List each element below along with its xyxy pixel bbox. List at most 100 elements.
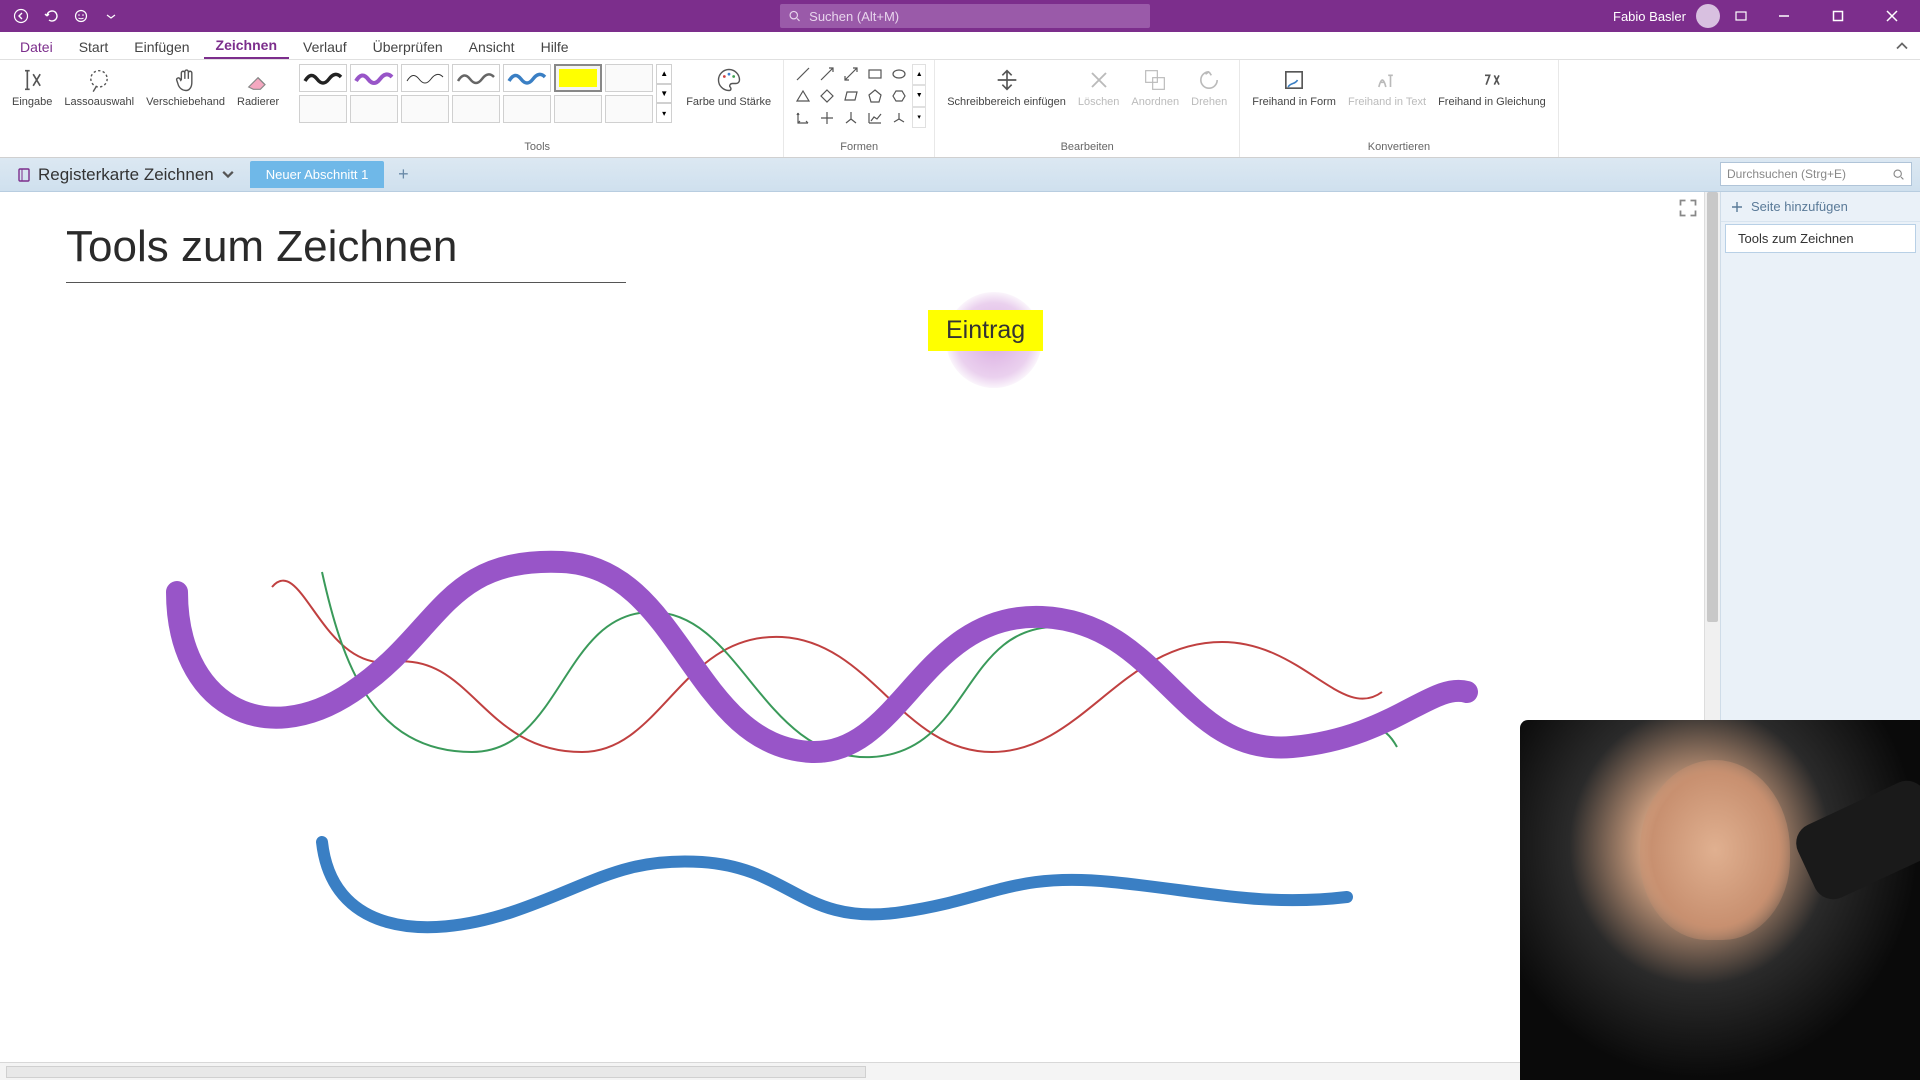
- chevron-down-icon: [220, 167, 236, 183]
- page-list-item[interactable]: Tools zum Zeichnen: [1725, 224, 1916, 253]
- shape-arrow[interactable]: [816, 64, 838, 84]
- shapes-gallery: ▲ ▼ ▾: [792, 64, 926, 128]
- shapes-more-icon[interactable]: ▾: [912, 107, 926, 128]
- group-shapes-label: Formen: [840, 141, 878, 155]
- touch-icon[interactable]: [70, 5, 92, 27]
- shape-axis-2d[interactable]: [816, 108, 838, 128]
- text-cursor-icon: [18, 66, 46, 94]
- shape-triangle[interactable]: [792, 86, 814, 106]
- notebook-icon: [16, 167, 32, 183]
- hand-icon: [172, 66, 200, 94]
- shape-line[interactable]: [792, 64, 814, 84]
- section-tab[interactable]: Neuer Abschnitt 1: [250, 161, 385, 188]
- add-section-button[interactable]: +: [392, 164, 414, 186]
- menu-einfuegen[interactable]: Einfügen: [122, 34, 201, 59]
- radierer-button[interactable]: Radierer: [233, 64, 283, 110]
- shapes-up-icon[interactable]: ▲: [912, 64, 926, 85]
- notebook-dropdown[interactable]: Registerkarte Zeichnen: [10, 163, 242, 187]
- ink-to-text-icon: [1373, 66, 1401, 94]
- canvas[interactable]: Tools zum Zeichnen Eintrag: [0, 192, 1704, 1062]
- rotate-icon: [1195, 66, 1223, 94]
- menu-verlauf[interactable]: Verlauf: [291, 34, 359, 59]
- menu-datei[interactable]: Datei: [8, 34, 65, 59]
- pen-slot-12[interactable]: [503, 95, 551, 123]
- schreibbereich-button[interactable]: Schreibbereich einfügen: [943, 64, 1070, 110]
- pen-slot-9[interactable]: [350, 95, 398, 123]
- group-convert-label: Konvertieren: [1368, 141, 1430, 155]
- back-icon[interactable]: [10, 5, 32, 27]
- menu-ueberpruefen[interactable]: Überprüfen: [361, 34, 455, 59]
- pen-slot-8[interactable]: [299, 95, 347, 123]
- scroll-thumb[interactable]: [1707, 192, 1718, 622]
- shape-parallelogram[interactable]: [840, 86, 862, 106]
- shape-graph[interactable]: [864, 108, 886, 128]
- ink-to-math-icon: [1478, 66, 1506, 94]
- menu-ansicht[interactable]: Ansicht: [457, 34, 527, 59]
- shape-ellipse[interactable]: [888, 64, 910, 84]
- verschieben-button[interactable]: Verschiebehand: [142, 64, 229, 110]
- pen-gallery: ▲ ▼ ▾: [299, 64, 672, 123]
- shape-graph-3d[interactable]: [888, 108, 910, 128]
- undo-icon[interactable]: [40, 5, 62, 27]
- close-button[interactable]: [1870, 0, 1914, 32]
- menu-bar: Datei Start Einfügen Zeichnen Verlauf Üb…: [0, 32, 1920, 60]
- global-search[interactable]: [780, 4, 1150, 28]
- pen-slot-10[interactable]: [401, 95, 449, 123]
- notebook-name: Registerkarte Zeichnen: [38, 165, 214, 185]
- webcam-overlay: [1520, 720, 1920, 1080]
- lasso-button[interactable]: Lassoauswahl: [60, 64, 138, 110]
- delete-icon: [1085, 66, 1113, 94]
- farbe-button[interactable]: Farbe und Stärke: [682, 64, 775, 110]
- pen-highlighter-yellow[interactable]: [554, 64, 602, 92]
- qat-more-icon[interactable]: [100, 5, 122, 27]
- menu-zeichnen[interactable]: Zeichnen: [204, 32, 289, 59]
- user-name[interactable]: Fabio Basler: [1613, 9, 1686, 24]
- pen-slot-7[interactable]: [605, 64, 653, 92]
- lasso-icon: [85, 66, 113, 94]
- palette-icon: [715, 66, 743, 94]
- shape-axis-3d[interactable]: [840, 108, 862, 128]
- shape-rect[interactable]: [864, 64, 886, 84]
- horizontal-scrollbar[interactable]: [6, 1066, 866, 1078]
- shape-diamond[interactable]: [816, 86, 838, 106]
- add-page-button[interactable]: Seite hinzufügen: [1721, 192, 1920, 222]
- title-bar: Tools zum Zeichnen - OneNote Fabio Basle…: [0, 0, 1920, 32]
- collapse-ribbon-icon[interactable]: [1892, 36, 1912, 56]
- pen-blue[interactable]: [503, 64, 551, 92]
- minimize-button[interactable]: [1762, 0, 1806, 32]
- search-input[interactable]: [809, 9, 1142, 24]
- shape-pentagon[interactable]: [864, 86, 886, 106]
- gallery-down-icon[interactable]: ▼: [656, 84, 672, 104]
- freihand-text-button: Freihand in Text: [1344, 64, 1430, 110]
- pen-gray[interactable]: [452, 64, 500, 92]
- search-icon: [1892, 168, 1905, 181]
- plus-icon: [1731, 201, 1743, 213]
- group-tools-label: Tools: [524, 141, 550, 155]
- menu-hilfe[interactable]: Hilfe: [529, 34, 581, 59]
- freihand-gleichung-button[interactable]: Freihand in Gleichung: [1434, 64, 1550, 110]
- pen-black-thin[interactable]: [401, 64, 449, 92]
- notebook-search-placeholder: Durchsuchen (Strg+E): [1727, 167, 1846, 181]
- pen-slot-11[interactable]: [452, 95, 500, 123]
- loeschen-button: Löschen: [1074, 64, 1124, 110]
- menu-start[interactable]: Start: [67, 34, 121, 59]
- ink-layer: [0, 192, 1704, 1062]
- avatar[interactable]: [1696, 4, 1720, 28]
- pen-purple[interactable]: [350, 64, 398, 92]
- shape-axis-xy[interactable]: [792, 108, 814, 128]
- pen-slot-14[interactable]: [605, 95, 653, 123]
- shape-double-arrow[interactable]: [840, 64, 862, 84]
- gallery-up-icon[interactable]: ▲: [656, 64, 672, 84]
- pen-slot-13[interactable]: [554, 95, 602, 123]
- insert-space-icon: [993, 66, 1021, 94]
- shape-hexagon[interactable]: [888, 86, 910, 106]
- pen-black-thick[interactable]: [299, 64, 347, 92]
- ribbon-mode-icon[interactable]: [1730, 5, 1752, 27]
- shapes-down-icon[interactable]: ▼: [912, 85, 926, 106]
- maximize-button[interactable]: [1816, 0, 1860, 32]
- drehen-button: Drehen: [1187, 64, 1231, 110]
- eingabe-button[interactable]: Eingabe: [8, 64, 56, 110]
- notebook-search[interactable]: Durchsuchen (Strg+E): [1720, 162, 1912, 186]
- gallery-more-icon[interactable]: ▾: [656, 103, 672, 123]
- freihand-form-button[interactable]: Freihand in Form: [1248, 64, 1340, 110]
